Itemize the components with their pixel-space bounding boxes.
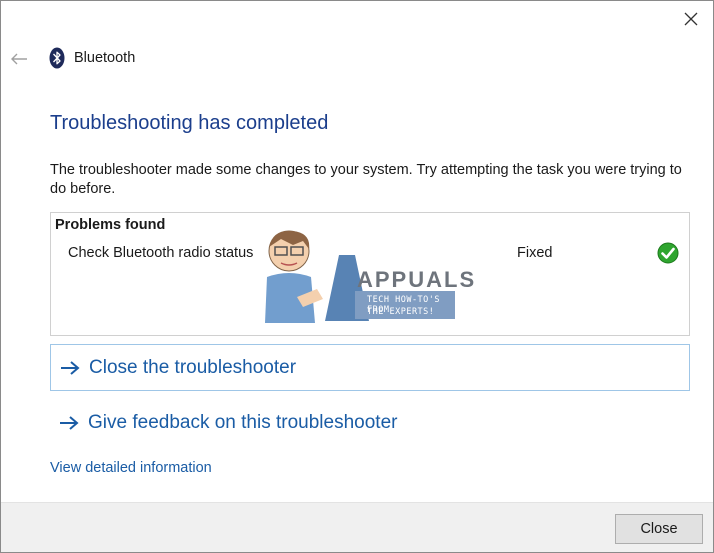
bluetooth-icon	[49, 47, 65, 69]
give-feedback-button[interactable]: Give feedback on this troubleshooter	[50, 400, 688, 445]
window-close-button[interactable]	[677, 7, 705, 31]
watermark-tagline-2: THE EXPERTS!	[367, 307, 435, 317]
troubleshooter-window: Bluetooth Troubleshooting has completed …	[0, 0, 714, 553]
footer-bar: Close	[1, 502, 713, 552]
watermark-brand: APPUALS	[357, 267, 477, 292]
arrow-right-icon	[59, 357, 81, 379]
appuals-watermark: APPUALS TECH HOW-TO'S FROM THE EXPERTS!	[259, 227, 474, 323]
page-title: Troubleshooting has completed	[50, 112, 329, 134]
back-button[interactable]	[9, 49, 29, 69]
window-title: Bluetooth	[74, 50, 136, 66]
green-check-icon	[657, 242, 679, 264]
view-detailed-information-link[interactable]: View detailed information	[50, 460, 212, 476]
close-icon	[684, 12, 698, 26]
problem-name: Check Bluetooth radio status	[68, 245, 254, 261]
title-bar: Bluetooth	[1, 41, 713, 77]
arrow-right-icon	[58, 412, 80, 434]
description-text: The troubleshooter made some changes to …	[50, 162, 682, 197]
problem-status: Fixed	[517, 245, 553, 261]
close-troubleshooter-button[interactable]: Close the troubleshooter	[50, 344, 690, 391]
close-troubleshooter-label: Close the troubleshooter	[89, 356, 297, 378]
back-arrow-icon	[11, 53, 27, 65]
problems-header: Problems found	[55, 217, 166, 233]
close-button[interactable]: Close	[615, 514, 703, 544]
give-feedback-label: Give feedback on this troubleshooter	[88, 411, 398, 433]
